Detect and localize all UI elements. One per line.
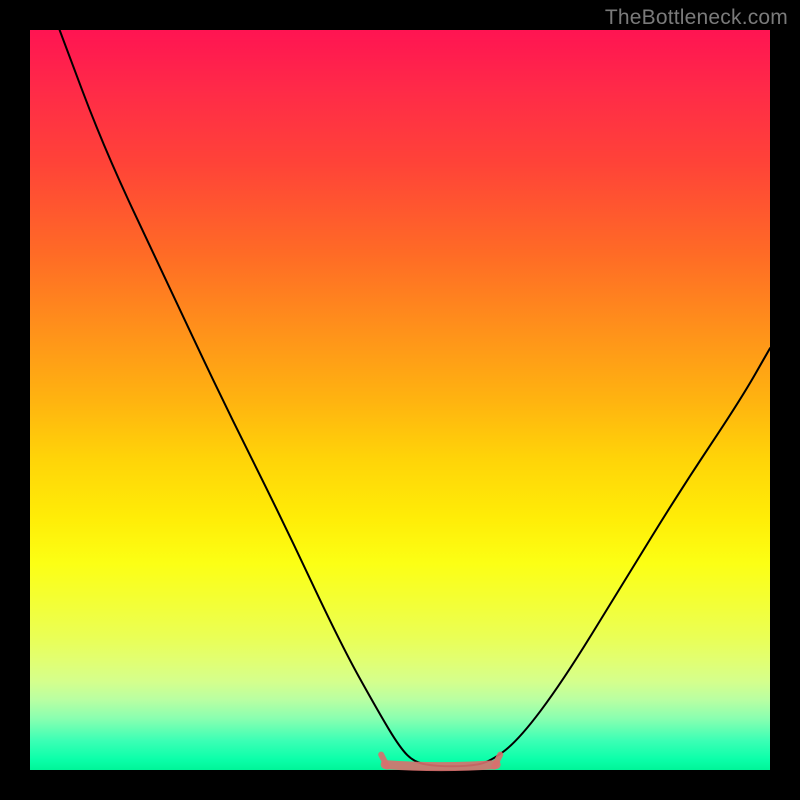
watermark-text: TheBottleneck.com [605, 6, 788, 30]
highlight-stroke [385, 765, 496, 767]
plot-area [30, 30, 770, 770]
curve-plot [30, 30, 770, 770]
chart-frame: TheBottleneck.com [0, 0, 800, 800]
curve-path [60, 30, 770, 766]
